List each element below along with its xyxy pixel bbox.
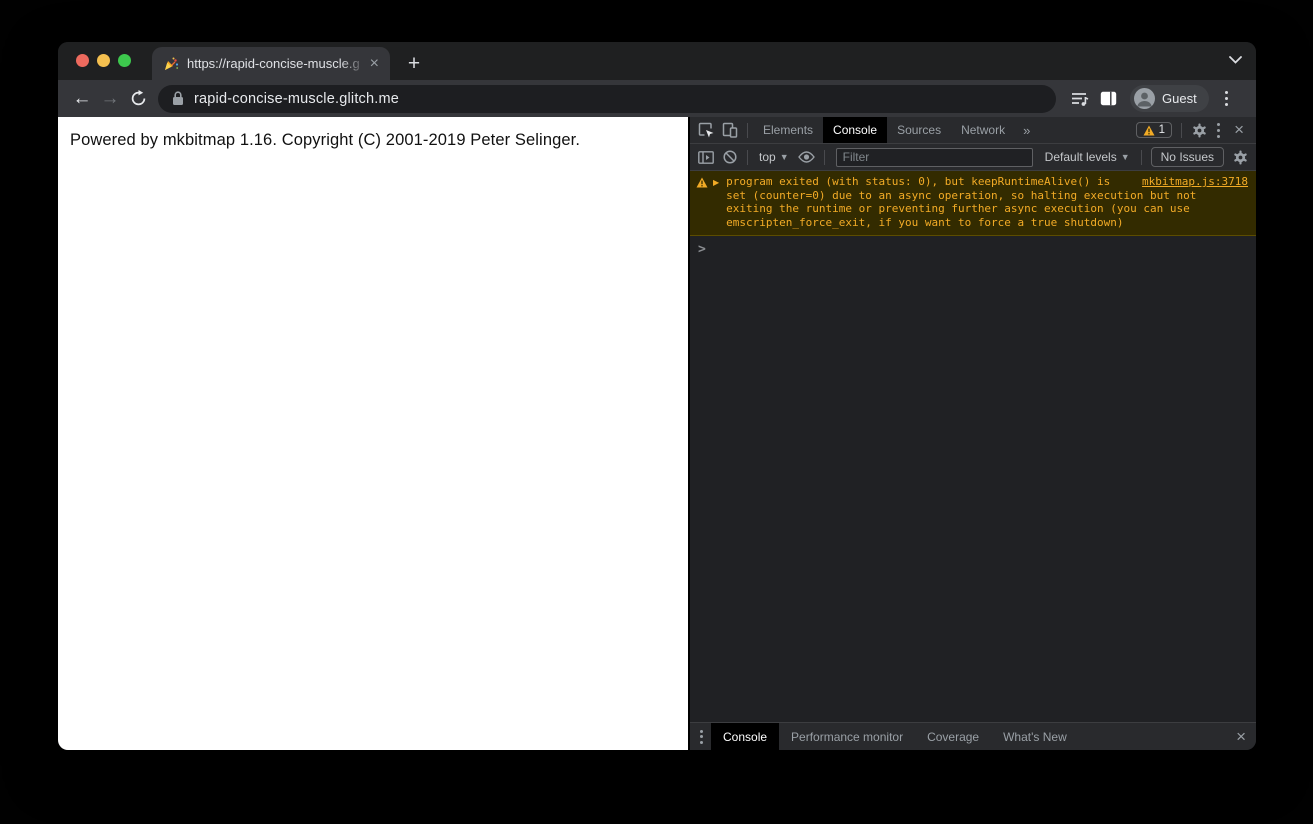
expand-triangle-icon[interactable]: ▶ — [713, 175, 719, 229]
desktop-background: https://rapid-concise-muscle.g × + ← → r… — [0, 0, 1313, 824]
console-sidebar-icon[interactable] — [694, 145, 718, 169]
minimize-window-button[interactable] — [97, 54, 110, 67]
divider — [1140, 149, 1142, 165]
more-tabs-icon[interactable]: » — [1015, 123, 1038, 138]
device-toolbar-icon[interactable] — [718, 118, 742, 142]
url-bar[interactable]: rapid-concise-muscle.glitch.me — [158, 84, 1056, 113]
devtools-settings-icon[interactable] — [1187, 118, 1211, 142]
url-text: rapid-concise-muscle.glitch.me — [194, 90, 400, 107]
prompt-chevron: > — [698, 242, 706, 257]
fullscreen-window-button[interactable] — [118, 54, 131, 67]
warning-message-text: program exited (with status: 0), but kee… — [726, 175, 1197, 229]
log-levels-selector[interactable]: Default levels ▼ — [1039, 150, 1136, 164]
content-area: Powered by mkbitmap 1.16. Copyright (C) … — [58, 117, 1256, 750]
reload-button[interactable] — [124, 85, 152, 113]
console-empty-space[interactable] — [690, 263, 1256, 722]
forward-button: → — [100, 87, 120, 109]
console-messages-area: ▶ program exited (with status: 0), but k… — [690, 171, 1256, 722]
source-link[interactable]: mkbitmap.js:3718 — [1142, 175, 1248, 188]
side-panel-icon[interactable] — [1094, 85, 1122, 113]
console-toolbar: top ▼ Default levels ▼ — [690, 144, 1256, 171]
clear-console-icon[interactable] — [718, 145, 742, 169]
drawer-tab-coverage[interactable]: Coverage — [915, 723, 991, 750]
filter-input[interactable] — [835, 147, 1033, 167]
profile-badge[interactable]: Guest — [1130, 85, 1209, 112]
warning-triangle-icon — [696, 177, 708, 188]
divider — [1181, 122, 1183, 138]
context-selector[interactable]: top ▼ — [753, 150, 795, 164]
drawer-tab-performance-monitor[interactable]: Performance monitor — [779, 723, 915, 750]
media-controls-icon[interactable] — [1066, 85, 1094, 113]
browser-tab[interactable]: https://rapid-concise-muscle.g × — [152, 47, 390, 80]
chevron-down-icon: ▼ — [779, 152, 789, 162]
devtools-menu-icon[interactable] — [1211, 122, 1226, 138]
profile-name: Guest — [1162, 91, 1197, 106]
chevron-down-icon: ▼ — [1120, 152, 1130, 162]
avatar-icon — [1134, 88, 1155, 109]
web-page: Powered by mkbitmap 1.16. Copyright (C) … — [58, 117, 688, 750]
tab-close-icon[interactable]: × — [367, 55, 382, 72]
browser-menu-icon[interactable] — [1217, 91, 1236, 106]
window-controls — [76, 54, 131, 67]
console-prompt-row[interactable]: > — [690, 236, 1256, 263]
console-settings-icon[interactable] — [1228, 145, 1252, 169]
browser-window: https://rapid-concise-muscle.g × + ← → r… — [58, 42, 1256, 750]
devtools-panel: Elements Console Sources Network » 1 × t… — [688, 117, 1256, 750]
no-issues-button[interactable]: No Issues — [1150, 147, 1224, 167]
warning-count-badge[interactable]: 1 — [1135, 122, 1173, 138]
tab-search-chevron-icon[interactable] — [1229, 56, 1242, 64]
divider — [747, 122, 748, 138]
warning-triangle-icon — [1143, 125, 1155, 135]
favicon-party-popper-icon — [163, 56, 179, 72]
drawer-tab-console[interactable]: Console — [711, 723, 780, 750]
back-button[interactable]: ← — [68, 85, 96, 113]
lock-icon[interactable] — [172, 91, 184, 106]
close-window-button[interactable] — [76, 54, 89, 67]
divider — [747, 149, 748, 165]
devtools-close-icon[interactable]: × — [1226, 120, 1252, 140]
drawer-tab-whats-new[interactable]: What's New — [991, 723, 1079, 750]
tab-elements[interactable]: Elements — [753, 117, 823, 143]
tab-title: https://rapid-concise-muscle.g — [187, 56, 360, 71]
drawer-menu-icon[interactable] — [692, 729, 711, 744]
browser-toolbar: ← → rapid-concise-muscle.glitch.me Guest — [58, 80, 1256, 117]
drawer-tab-bar: Console Performance monitor Coverage Wha… — [690, 722, 1256, 750]
tab-network[interactable]: Network — [951, 117, 1015, 143]
new-tab-button[interactable]: + — [400, 50, 428, 78]
tab-sources[interactable]: Sources — [887, 117, 951, 143]
page-body-text: Powered by mkbitmap 1.16. Copyright (C) … — [70, 131, 581, 149]
console-warning-message[interactable]: ▶ program exited (with status: 0), but k… — [690, 171, 1256, 236]
live-expression-eye-icon[interactable] — [795, 145, 819, 169]
devtools-tab-bar: Elements Console Sources Network » 1 × — [690, 117, 1256, 144]
tab-console[interactable]: Console — [823, 117, 888, 143]
inspect-element-icon[interactable] — [694, 118, 718, 142]
drawer-close-icon[interactable]: × — [1228, 727, 1254, 747]
tab-strip: https://rapid-concise-muscle.g × + — [58, 42, 1256, 80]
divider — [823, 149, 825, 165]
